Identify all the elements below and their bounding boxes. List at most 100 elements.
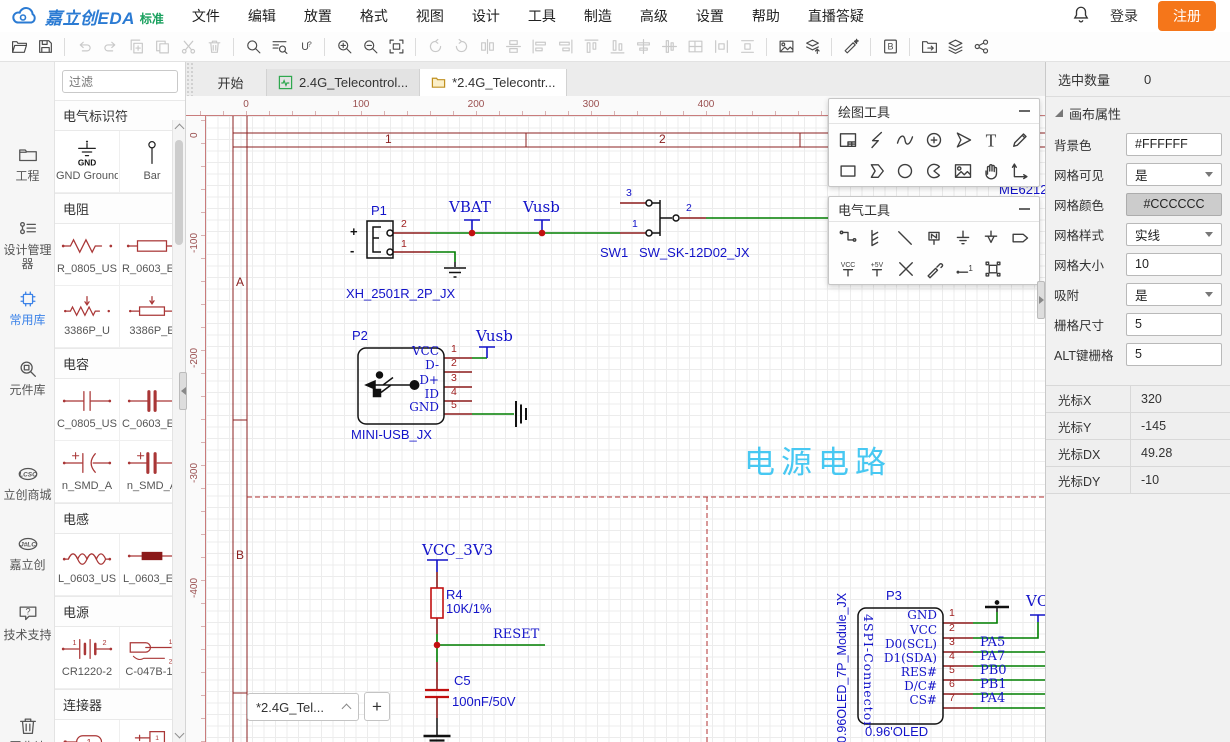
import-button[interactable] bbox=[799, 35, 825, 59]
chevron-up-icon[interactable] bbox=[342, 704, 352, 714]
add-sheet-button[interactable]: + bbox=[364, 692, 390, 721]
sidebar-item-recycle[interactable]: 回收站 bbox=[0, 715, 55, 742]
snap-dropdown[interactable]: 是 bbox=[1126, 283, 1222, 306]
schematic-text[interactable]: A bbox=[236, 276, 244, 289]
library-item[interactable]: n_SMD_A bbox=[55, 441, 120, 503]
polyline-tool-button[interactable] bbox=[865, 128, 889, 152]
find-similar-button[interactable]: U? bbox=[292, 35, 318, 59]
schematic-text[interactable]: 4 bbox=[451, 387, 457, 399]
menu-design[interactable]: 设计 bbox=[458, 0, 514, 32]
arrow-tool-button[interactable] bbox=[951, 128, 975, 152]
library-section-header[interactable]: 电感 bbox=[55, 503, 185, 534]
schematic-text[interactable]: Vusb bbox=[476, 328, 513, 345]
schematic-text[interactable]: 1 bbox=[385, 133, 392, 146]
rectangle-tool-button[interactable] bbox=[836, 159, 860, 183]
schematic-text[interactable]: PA4 bbox=[980, 692, 1005, 706]
alt-grid-input[interactable]: 5 bbox=[1126, 343, 1222, 366]
bom-button[interactable]: B bbox=[877, 35, 903, 59]
library-collapse-handle[interactable] bbox=[179, 372, 187, 410]
library-item[interactable]: 12CR1220-2 bbox=[55, 627, 120, 689]
menu-place[interactable]: 放置 bbox=[290, 0, 346, 32]
schematic-text[interactable]: 5 bbox=[949, 665, 955, 677]
menu-fabrication[interactable]: 制造 bbox=[570, 0, 626, 32]
schematic-text[interactable]: 1 bbox=[401, 239, 407, 251]
schematic-text[interactable]: P1 bbox=[371, 204, 387, 218]
scroll-down-icon[interactable] bbox=[175, 729, 185, 739]
schematic-text[interactable]: 10K/1% bbox=[446, 602, 492, 616]
app-logo[interactable]: 嘉立创EDA 标准 bbox=[0, 4, 164, 29]
library-item[interactable]: L_0603_US bbox=[55, 534, 120, 596]
net-class-tool-button[interactable] bbox=[981, 257, 1005, 281]
schematic-text[interactable]: + bbox=[350, 225, 358, 239]
schematic-text[interactable]: 4SPI-Connector bbox=[861, 614, 875, 722]
menu-advanced[interactable]: 高级 bbox=[626, 0, 682, 32]
schematic-text[interactable]: 2 bbox=[686, 203, 692, 215]
schematic-text[interactable]: 2 bbox=[659, 133, 666, 146]
insert-image-button[interactable] bbox=[773, 35, 799, 59]
menu-view[interactable]: 视图 bbox=[402, 0, 458, 32]
library-item[interactable]: 3386P_U bbox=[55, 286, 120, 348]
schematic-text[interactable]: 1 bbox=[632, 219, 638, 231]
sidebar-item-project[interactable]: 工程 bbox=[0, 144, 55, 183]
library-item[interactable]: GNDGND Ground bbox=[55, 131, 120, 193]
sheet-frame-tool-button[interactable] bbox=[836, 128, 860, 152]
canvas-properties-header[interactable]: 画布属性 bbox=[1046, 97, 1230, 129]
sidebar-item-support[interactable]: ?技术支持 bbox=[0, 603, 55, 642]
zoom-fit-button[interactable] bbox=[383, 35, 409, 59]
search-button[interactable] bbox=[240, 35, 266, 59]
tab-schematic-doc-modified[interactable]: *2.4G_Telecontr... bbox=[420, 69, 567, 96]
scrollbar-thumb[interactable] bbox=[175, 140, 183, 245]
line-tool-button[interactable] bbox=[893, 226, 917, 250]
schematic-text[interactable]: VCC bbox=[375, 345, 439, 358]
menu-settings[interactable]: 设置 bbox=[682, 0, 738, 32]
find-replace-button[interactable] bbox=[266, 35, 292, 59]
schematic-text[interactable]: VBAT bbox=[449, 199, 491, 216]
schematic-text[interactable]: P3 bbox=[886, 589, 902, 603]
wire-tool-button[interactable] bbox=[836, 226, 860, 250]
schematic-text[interactable]: SW1 bbox=[600, 246, 628, 260]
library-section-header[interactable]: 电阻 bbox=[55, 193, 185, 224]
scroll-up-icon[interactable] bbox=[175, 124, 185, 134]
ground-tool-button[interactable] bbox=[951, 226, 975, 250]
schematic-text[interactable]: 7 bbox=[949, 693, 955, 705]
bg-color-input[interactable]: #FFFFFF bbox=[1126, 133, 1222, 156]
grid-color-swatch[interactable]: #CCCCCC bbox=[1126, 193, 1222, 216]
tab-start[interactable]: 开始 bbox=[195, 69, 267, 96]
v5-flag-tool-button[interactable]: +5V bbox=[865, 257, 889, 281]
schematic-text[interactable]: SW_SK-12D02_JX bbox=[639, 246, 750, 260]
share-button[interactable] bbox=[968, 35, 994, 59]
schematic-text[interactable]: 4 bbox=[949, 651, 955, 663]
menu-file[interactable]: 文件 bbox=[178, 0, 234, 32]
sidebar-item-lcsc-mall[interactable]: LCSC立创商城 bbox=[0, 463, 55, 502]
layers-button[interactable] bbox=[942, 35, 968, 59]
sidebar-item-common-lib[interactable]: 常用库 bbox=[0, 288, 55, 327]
filter-input[interactable] bbox=[62, 70, 178, 93]
library-scrollbar[interactable] bbox=[172, 120, 185, 742]
sheet-tab[interactable]: *2.4G_Tel... bbox=[247, 693, 359, 721]
drag-tool-button[interactable] bbox=[980, 159, 1004, 183]
polygon-tool-button[interactable] bbox=[865, 159, 889, 183]
schematic-text[interactable]: GND bbox=[375, 401, 439, 414]
library-section-header[interactable]: 电气标识符 bbox=[55, 100, 185, 131]
schematic-text[interactable]: 3 bbox=[626, 188, 632, 200]
schematic-text[interactable]: Vusb bbox=[523, 199, 560, 216]
schematic-text[interactable]: 2 bbox=[451, 358, 457, 370]
schematic-text[interactable]: D- bbox=[375, 359, 439, 372]
zoom-in-button[interactable] bbox=[331, 35, 357, 59]
sidebar-item-parts-lib[interactable]: 元件库 bbox=[0, 358, 55, 397]
grid-size-input[interactable]: 10 bbox=[1126, 253, 1222, 276]
bezier-tool-button[interactable] bbox=[893, 128, 917, 152]
pie-tool-button[interactable] bbox=[922, 159, 946, 183]
schematic-text[interactable]: 5 bbox=[451, 400, 457, 412]
inspector-collapse-handle[interactable] bbox=[1037, 281, 1045, 319]
grid-visible-dropdown[interactable]: 是 bbox=[1126, 163, 1222, 186]
schematic-text[interactable]: VCC_3V3 bbox=[422, 542, 493, 559]
zoom-out-button[interactable] bbox=[357, 35, 383, 59]
notification-bell-icon[interactable] bbox=[1072, 5, 1090, 28]
menu-live-qa[interactable]: 直播答疑 bbox=[794, 0, 878, 32]
schematic-text[interactable]: 100nF/50V bbox=[452, 695, 516, 709]
ellipse-tool-button[interactable] bbox=[893, 159, 917, 183]
schematic-text[interactable]: 3 bbox=[451, 373, 457, 385]
grid-unit-input[interactable]: 5 bbox=[1126, 313, 1222, 336]
schematic-text[interactable]: 2 bbox=[401, 219, 407, 231]
